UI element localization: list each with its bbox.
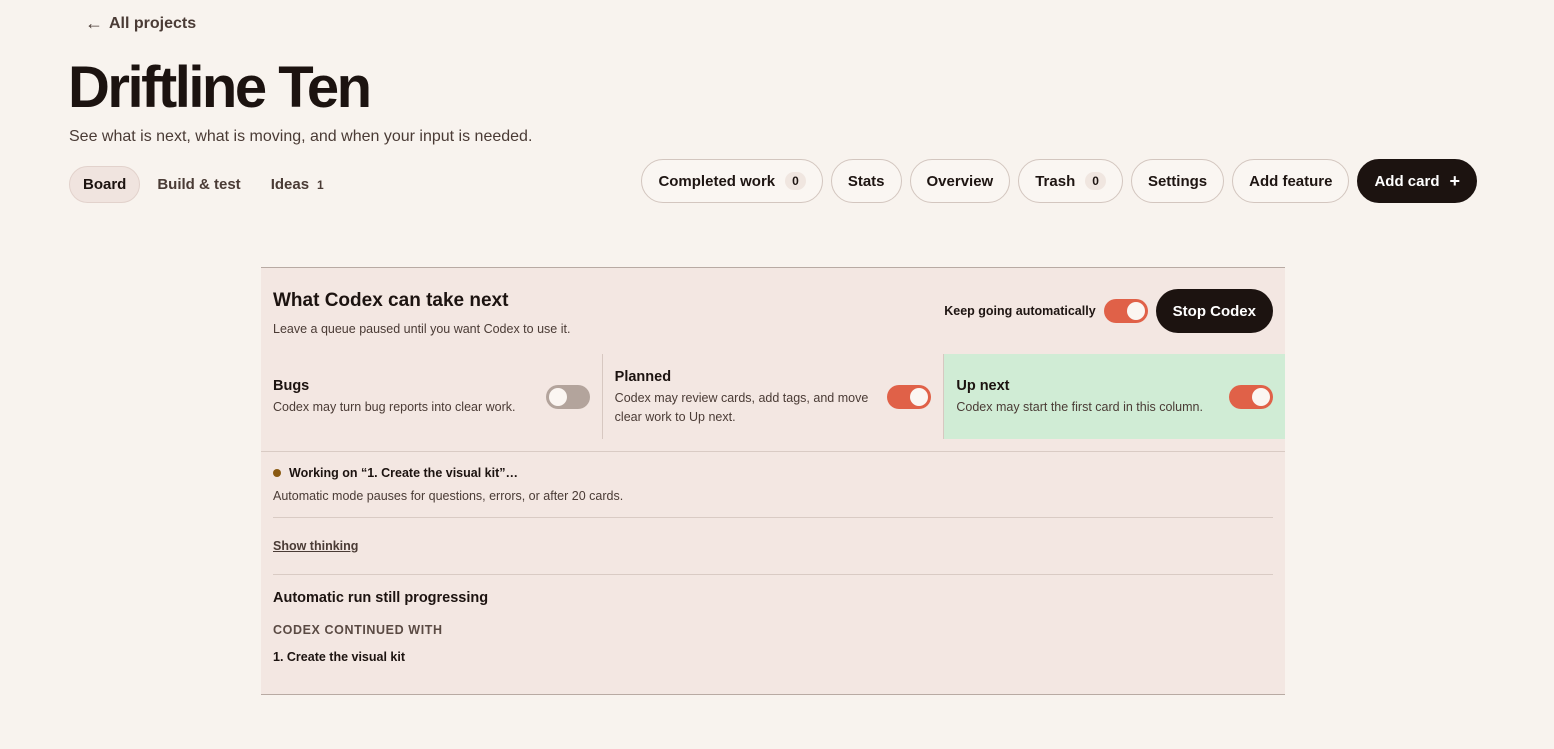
arrow-left-icon: ← <box>85 13 103 33</box>
stats-button[interactable]: Stats <box>830 159 902 203</box>
completed-work-count: 0 <box>785 172 806 190</box>
view-tabs: Board Build & test Ideas 1 <box>69 166 337 203</box>
queue-up-next: Up next Codex may start the first card i… <box>943 354 1286 439</box>
divider <box>273 574 1273 575</box>
queue-planned-description: Codex may review cards, add tags, and mo… <box>614 391 869 424</box>
queue-bugs-description: Codex may turn bug reports into clear wo… <box>273 400 516 414</box>
divider <box>273 517 1273 518</box>
run-current-item: 1. Create the visual kit <box>273 650 406 664</box>
queue-bugs: Bugs Codex may turn bug reports into cle… <box>261 354 602 439</box>
queue-up-next-description: Codex may start the first card in this c… <box>956 400 1203 414</box>
divider <box>261 451 1285 452</box>
overview-label: Overview <box>926 172 994 190</box>
automation-controls: Keep going automatically Stop Codex <box>944 289 1273 333</box>
tab-build-test[interactable]: Build & test <box>144 166 253 203</box>
tab-ideas-count: 1 <box>317 177 324 192</box>
completed-work-button[interactable]: Completed work 0 <box>641 159 823 203</box>
queue-bugs-name: Bugs <box>273 378 310 394</box>
trash-button[interactable]: Trash 0 <box>1018 159 1123 203</box>
panel-title: What Codex can take next <box>273 290 509 311</box>
add-card-button[interactable]: Add card + <box>1357 159 1477 203</box>
stop-codex-label: Stop Codex <box>1172 302 1256 320</box>
queue-list: Bugs Codex may turn bug reports into cle… <box>261 354 1286 439</box>
panel-description: Leave a queue paused until you want Code… <box>273 322 571 336</box>
toggle-knob <box>548 388 567 406</box>
tab-ideas[interactable]: Ideas 1 <box>258 166 337 203</box>
trash-label: Trash <box>1035 172 1076 190</box>
page-subtitle: See what is next, what is moving, and wh… <box>69 128 533 145</box>
stop-codex-button[interactable]: Stop Codex <box>1155 289 1273 333</box>
queue-bugs-toggle[interactable] <box>545 385 590 409</box>
queue-planned: Planned Codex may review cards, add tags… <box>601 354 944 439</box>
header-actions: Completed work 0 Stats Overview Trash 0 … <box>641 159 1477 203</box>
tab-build-test-label: Build & test <box>157 176 241 193</box>
toggle-knob <box>1252 388 1271 406</box>
settings-button[interactable]: Settings <box>1130 159 1225 203</box>
toggle-knob <box>1126 302 1145 320</box>
stats-label: Stats <box>847 172 885 190</box>
status-dot-icon <box>273 469 281 477</box>
add-feature-label: Add feature <box>1249 172 1333 190</box>
completed-work-label: Completed work <box>658 172 776 190</box>
keep-going-toggle[interactable] <box>1103 299 1148 323</box>
trash-count: 0 <box>1085 172 1106 190</box>
automatic-mode-note: Automatic mode pauses for questions, err… <box>273 489 624 503</box>
working-status-text: Working on “1. Create the visual kit”… <box>289 466 518 480</box>
page-title: Driftline Ten <box>68 55 372 120</box>
plus-icon: + <box>1449 170 1460 191</box>
show-thinking-link[interactable]: Show thinking <box>273 539 358 553</box>
tab-board-label: Board <box>83 176 127 193</box>
keep-going-label: Keep going automatically <box>944 304 1096 318</box>
run-title: Automatic run still progressing <box>273 590 489 606</box>
tab-board[interactable]: Board <box>69 166 141 203</box>
add-feature-button[interactable]: Add feature <box>1232 159 1350 203</box>
tab-ideas-label: Ideas <box>270 176 310 193</box>
overview-button[interactable]: Overview <box>909 159 1011 203</box>
add-card-label: Add card <box>1374 172 1440 190</box>
queue-up-next-toggle[interactable] <box>1229 385 1274 409</box>
back-link-label: All projects <box>109 14 197 32</box>
working-status: Working on “1. Create the visual kit”… <box>273 466 518 480</box>
codex-queue-panel: What Codex can take next Leave a queue p… <box>261 267 1286 695</box>
toggle-knob <box>910 388 929 406</box>
run-kicker: CODEX CONTINUED WITH <box>273 623 443 637</box>
queue-planned-toggle[interactable] <box>887 385 932 409</box>
queue-planned-name: Planned <box>614 369 672 385</box>
settings-label: Settings <box>1147 172 1208 190</box>
queue-up-next-name: Up next <box>956 378 1010 394</box>
back-link-all-projects[interactable]: ← All projects <box>85 13 196 34</box>
